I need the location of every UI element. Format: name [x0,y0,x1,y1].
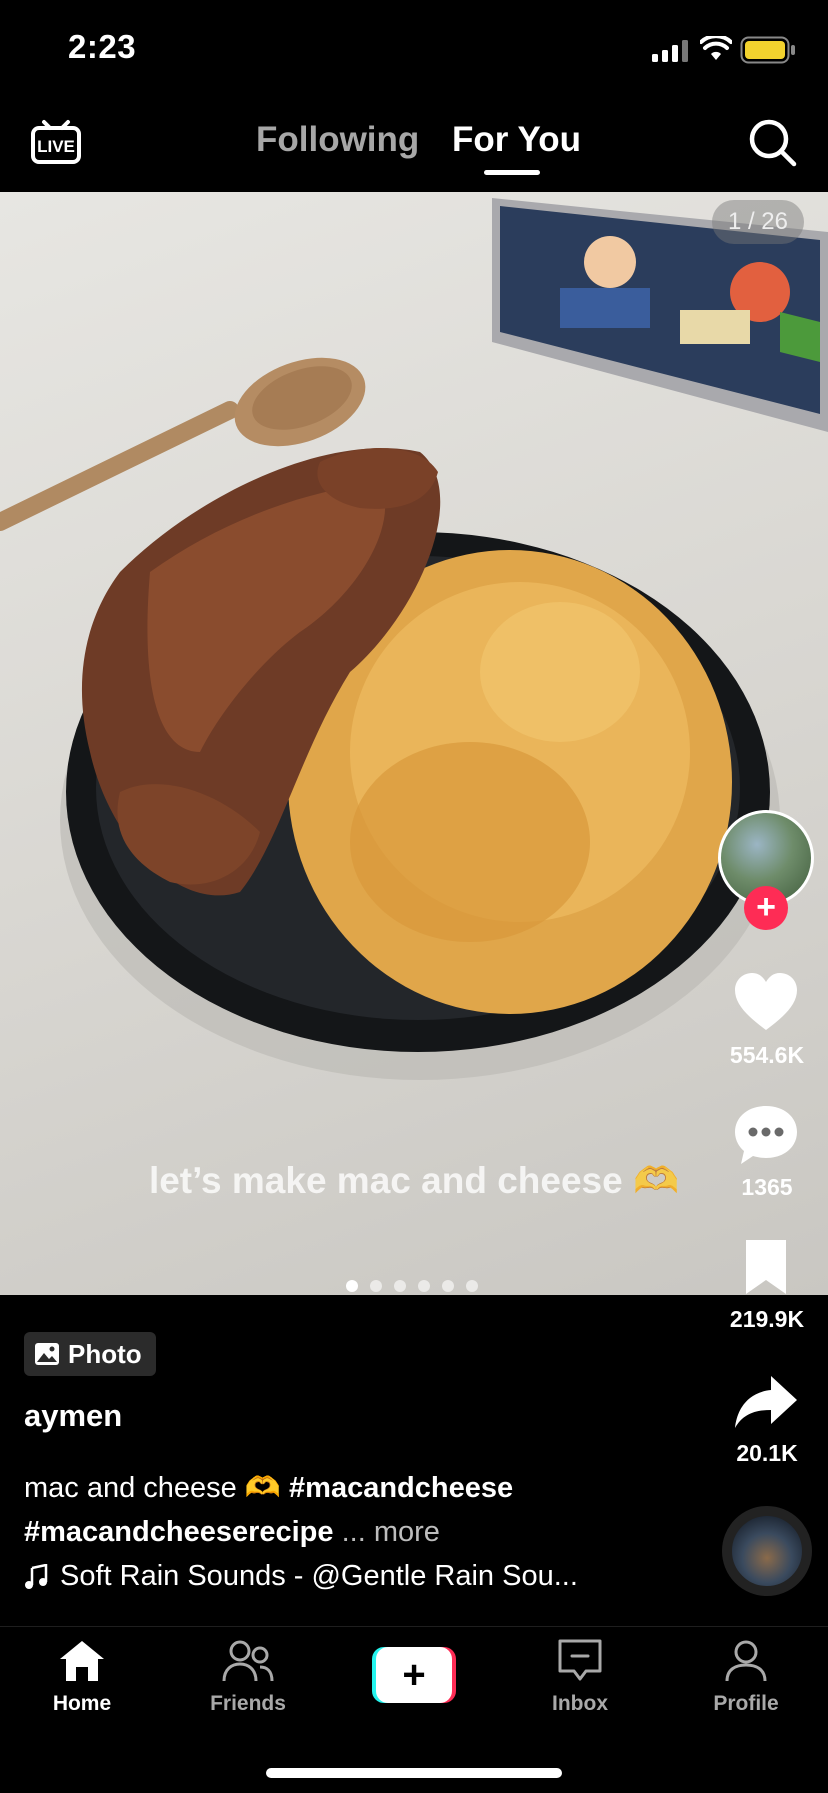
more-link[interactable]: ... more [342,1516,440,1548]
svg-text:LIVE: LIVE [37,137,75,156]
wifi-icon [700,36,732,60]
photo-badge: Photo [24,1332,156,1376]
music-disc-icon[interactable] [722,1506,812,1596]
tab-friends[interactable]: Friends [178,1639,318,1716]
comment-icon[interactable] [733,1104,799,1166]
share-count: 20.1K [736,1440,798,1466]
home-indicator[interactable] [266,1768,562,1778]
tab-home[interactable]: Home [12,1639,152,1716]
pagination-dot[interactable] [442,1280,454,1292]
hashtag-link[interactable]: #macandcheese [289,1472,513,1504]
bookmark-count: 219.9K [729,1306,805,1332]
tab-profile-label: Profile [713,1692,779,1715]
tab-inbox[interactable]: Inbox [510,1639,650,1716]
live-icon[interactable]: LIVE [30,114,82,166]
pagination-dot[interactable] [370,1280,382,1292]
search-icon[interactable] [748,118,798,168]
pagination-dot[interactable] [394,1280,406,1292]
creator-username[interactable]: aymen [24,1398,122,1434]
home-icon [60,1641,104,1681]
friends-icon [222,1640,274,1682]
caption-text: mac and cheese 🫶 [24,1472,281,1504]
tab-inbox-label: Inbox [552,1692,608,1715]
image-icon [35,1343,59,1365]
pagination-dot[interactable] [466,1280,478,1292]
photo-badge-label: Photo [68,1338,142,1369]
photo-overlay-caption: let’s make mac and cheese 🫶 [148,1160,680,1201]
post-caption: mac and cheese 🫶 #macandcheese #macandch… [24,1466,584,1554]
food-photo-image [0,198,828,1080]
like-count: 554.6K [729,1042,805,1068]
tab-home-label: Home [52,1692,112,1715]
inbox-icon [558,1639,602,1681]
music-note-icon [25,1563,48,1589]
pagination-dot[interactable] [346,1280,358,1292]
photo-pagination[interactable] [346,1280,478,1292]
sound-row[interactable]: Soft Rain Sounds - @Gentle Rain Sou... [24,1560,578,1593]
tab-profile[interactable]: Profile [676,1639,816,1716]
status-time: 2:23 [68,28,137,65]
follow-button[interactable]: + [744,886,788,930]
post-photo[interactable]: 1 / 26 let’s make mac and cheese 🫶 [0,192,828,1295]
tab-friends-label: Friends [210,1692,286,1715]
photo-counter: 1 / 26 [711,200,804,244]
profile-icon [725,1640,767,1682]
sound-name: Soft Rain Sounds - @Gentle Rain Sou... [60,1560,578,1592]
comment-count: 1365 [741,1174,793,1200]
cellular-signal-icon [652,40,688,62]
share-icon[interactable] [733,1374,799,1430]
heart-icon[interactable] [733,972,799,1032]
hashtag-link[interactable]: #macandcheeserecipe [24,1516,334,1548]
active-tab-indicator [484,170,540,175]
create-plus-icon: + [402,1653,425,1697]
tab-following[interactable]: Following [256,120,419,160]
bookmark-icon[interactable] [742,1238,790,1296]
battery-icon [740,36,795,64]
pagination-dot[interactable] [418,1280,430,1292]
create-button[interactable]: + [372,1647,456,1703]
tab-for-you[interactable]: For You [452,120,581,160]
